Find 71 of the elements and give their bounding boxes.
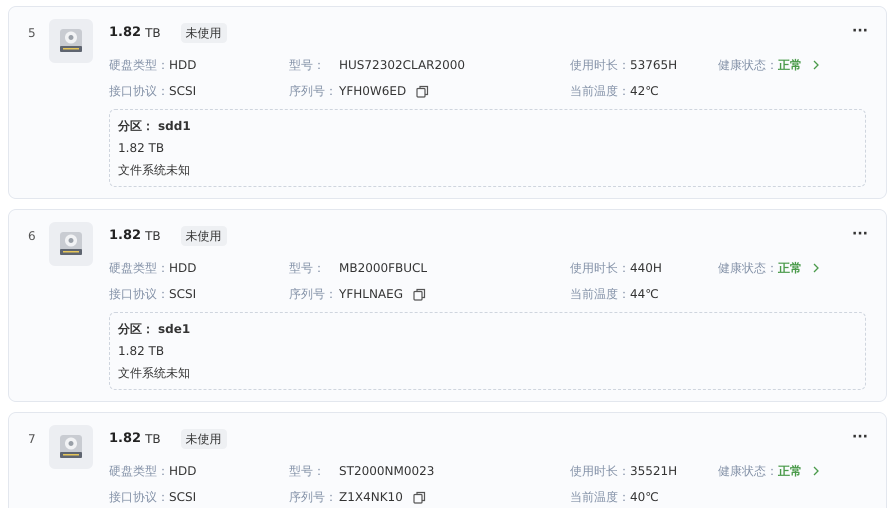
more-button[interactable]: ··· [852,227,868,245]
size-unit: TB [145,228,161,245]
chevron-right-icon[interactable] [812,263,820,273]
health-value: 正常 [778,57,802,74]
field-value: 40℃ [630,489,659,506]
health-value: 正常 [778,463,802,480]
field-label: 接口协议： [109,83,169,100]
field-value: HUS72302CLAR2000 [339,57,466,74]
size-unit: TB [145,431,161,448]
field-label: 序列号： [289,286,338,303]
status-tag: 未使用 [180,23,227,43]
field-label: 硬盘类型： [109,463,169,480]
size-unit: TB [145,25,161,42]
more-button[interactable]: ··· [852,24,868,42]
field-label: 健康状态： [718,260,778,277]
field-label: 使用时长： [570,463,630,480]
field-value: SCSI [169,83,196,100]
field-value: 35521H [630,463,678,480]
field-label: 序列号： [289,489,338,506]
disk-index: 6 [28,228,37,245]
filesystem-text: 文件系统未知 [118,365,190,382]
disk-index: 7 [28,431,37,448]
field-value: ST2000NM0023 [339,463,434,480]
partition-name: sdd1 [158,118,191,135]
field-value: SCSI [169,489,196,506]
disk-index: 5 [28,25,37,42]
chevron-right-icon[interactable] [812,60,820,70]
field-label: 当前温度： [570,489,630,506]
partition-size: 1.82 TB [118,140,164,157]
field-value: HDD [169,57,197,74]
field-label: 序列号： [289,83,338,100]
field-label: 当前温度： [570,83,630,100]
field-label: 型号： [289,57,326,74]
field-label: 型号： [289,260,326,277]
disk-size: 1.82 [109,227,142,246]
field-value: HDD [169,260,197,277]
field-label: 接口协议： [109,286,169,303]
serial-value: Z1X4NK10 [339,489,403,506]
more-button[interactable]: ··· [852,430,868,448]
field-label: 硬盘类型： [109,260,169,277]
chevron-right-icon[interactable] [812,466,820,476]
field-label: 使用时长： [570,57,630,74]
serial-value: YFHLNAEG [339,286,404,303]
disk-size: 1.82 [109,24,142,42]
partition-size: 1.82 TB [118,343,164,360]
field-label: 当前温度： [570,286,630,303]
field-value: 44℃ [630,286,659,303]
field-label: 健康状态： [718,463,778,480]
field-value: 53765H [630,57,678,74]
partition-label: 分区： [118,321,154,338]
field-value: MB2000FBUCL [339,260,428,277]
field-label: 健康状态： [718,57,778,74]
field-value: HDD [169,463,197,480]
field-label: 硬盘类型： [109,57,169,74]
field-label: 型号： [289,463,326,480]
copy-icon[interactable] [412,490,426,504]
filesystem-text: 文件系统未知 [118,162,190,179]
serial-value: YFH0W6ED [339,83,406,100]
health-value: 正常 [778,260,802,277]
field-label: 接口协议： [109,489,169,506]
copy-icon[interactable] [413,288,426,300]
field-label: 使用时长： [570,260,630,277]
field-value: SCSI [169,286,196,303]
status-tag: 未使用 [180,429,227,449]
status-tag: 未使用 [180,226,227,246]
copy-icon[interactable] [416,84,430,98]
disk-size: 1.82 [109,430,142,448]
partition-name: sde1 [158,321,190,338]
field-value: 42℃ [630,83,659,100]
field-value: 440H [630,260,662,277]
partition-label: 分区： [118,118,154,135]
